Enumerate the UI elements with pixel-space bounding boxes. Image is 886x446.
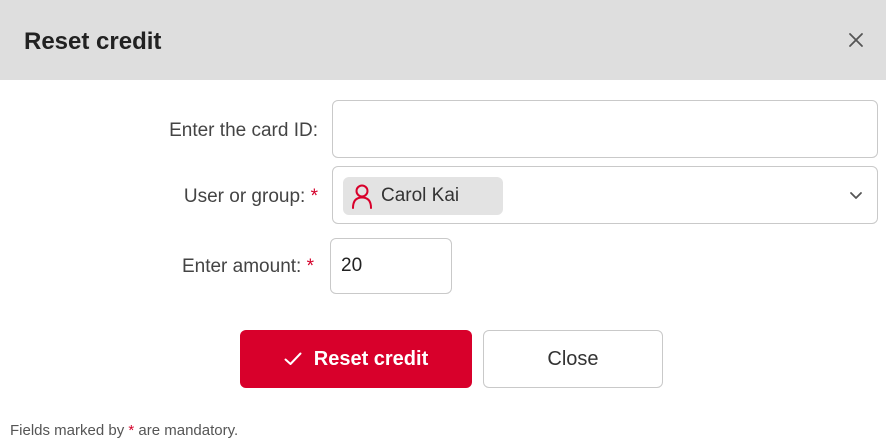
card-id-label: Enter the card ID: <box>60 120 318 142</box>
amount-label: Enter amount: * <box>60 256 314 278</box>
user-icon <box>352 184 372 209</box>
user-group-label-text: User or group: <box>183 186 306 207</box>
user-group-label: User or group: * <box>60 186 318 208</box>
mandatory-fields-note: Fields marked by * are mandatory. <box>10 422 238 439</box>
footnote-required-mark: * <box>128 422 135 439</box>
footnote-prefix: Fields marked by <box>10 422 125 439</box>
amount-label-text: Enter amount: <box>181 256 302 277</box>
reset-credit-dialog: Reset credit Enter the card ID: User or … <box>0 0 886 446</box>
chevron-down-icon[interactable] <box>849 191 863 201</box>
dialog-title: Reset credit <box>24 28 162 55</box>
check-icon <box>284 352 302 365</box>
reset-credit-button[interactable]: Reset credit <box>240 330 472 388</box>
selected-user-label: Carol Kai <box>381 185 460 206</box>
close-button[interactable]: Close <box>483 330 663 388</box>
user-group-select[interactable]: Carol Kai <box>332 166 878 224</box>
required-mark: * <box>310 186 318 207</box>
reset-credit-button-label: Reset credit <box>313 347 429 370</box>
amount-input[interactable] <box>330 238 452 294</box>
required-mark: * <box>306 256 314 277</box>
card-id-input[interactable] <box>332 100 878 158</box>
close-button-label: Close <box>547 347 599 370</box>
card-id-label-text: Enter the card ID: <box>169 120 318 141</box>
dialog-header: Reset credit <box>0 0 886 80</box>
close-icon[interactable] <box>844 28 868 52</box>
selected-user-chip[interactable]: Carol Kai <box>343 177 503 215</box>
footnote-suffix: are mandatory. <box>138 422 239 439</box>
